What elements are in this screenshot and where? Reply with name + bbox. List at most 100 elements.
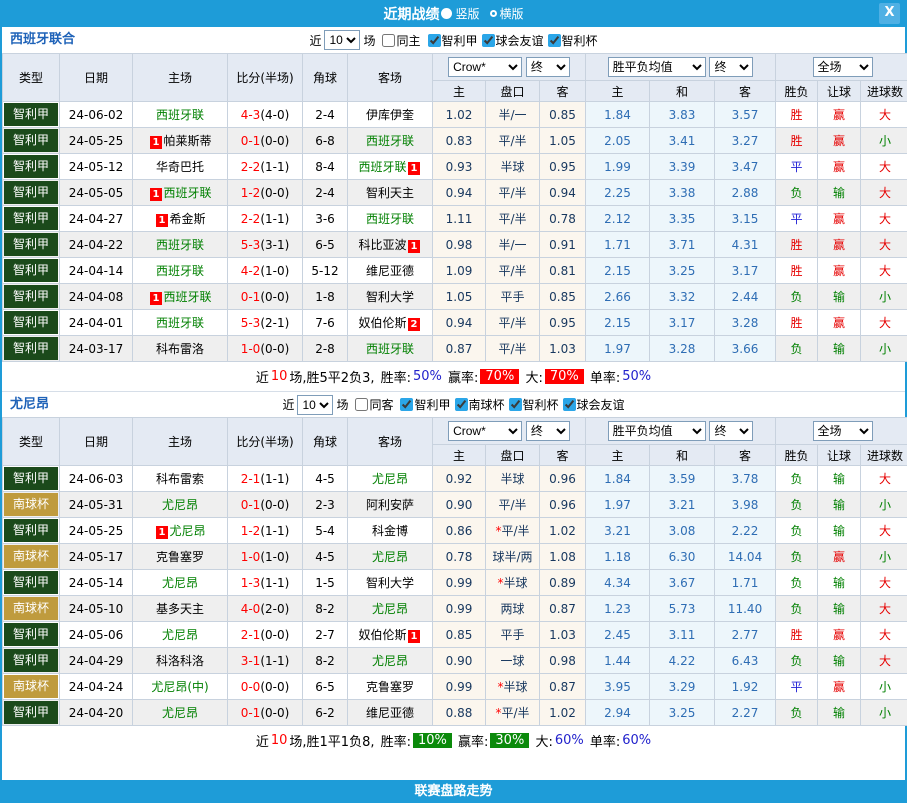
avg-home-odds: 4.34 — [586, 570, 650, 596]
league-filter[interactable]: 智利杯 — [505, 396, 559, 413]
avg-home-odds: 1.71 — [586, 232, 650, 258]
home-team: 西班牙联 — [133, 232, 228, 258]
avg-type-select[interactable]: 胜平负均值 — [608, 57, 706, 77]
avg-draw-odds: 6.30 — [650, 544, 715, 570]
score: 1-2(1-1) — [228, 518, 303, 544]
summary-count: 10 — [271, 733, 288, 748]
col-date: 日期 — [60, 54, 133, 102]
match-row: 智利甲24-05-06尤尼昂2-1(0-0)2-7奴伯伦斯10.85平手1.03… — [3, 622, 907, 648]
landscape-radio-label[interactable]: 横版 — [500, 5, 524, 22]
away-team: 克鲁塞罗 — [348, 674, 433, 700]
home-odds: 1.02 — [433, 102, 486, 128]
close-icon[interactable]: X — [879, 3, 900, 24]
home-team: 尤尼昂 — [133, 492, 228, 518]
league-type-badge: 智利甲 — [3, 622, 60, 648]
handicap-line: 一球 — [486, 648, 540, 674]
match-date: 24-05-25 — [60, 128, 133, 154]
landscape-radio-icon[interactable] — [490, 10, 497, 17]
avg-controls: 胜平负均值 终 — [586, 418, 776, 445]
away-odds: 0.85 — [540, 102, 586, 128]
away-team: 科比亚波1 — [348, 232, 433, 258]
league-filter[interactable]: 智利甲 — [424, 32, 478, 49]
league-filter[interactable]: 球会友谊 — [478, 32, 544, 49]
avg-home-odds: 2.15 — [586, 310, 650, 336]
odds-company-select[interactable]: Crow* — [448, 421, 522, 441]
red-card-badge: 1 — [150, 136, 163, 149]
away-odds: 0.87 — [540, 596, 586, 622]
result-handicap: 赢 — [818, 102, 861, 128]
away-odds: 0.87 — [540, 674, 586, 700]
match-row: 智利甲24-04-081西班牙联0-1(0-0)1-8智利大学1.05平手0.8… — [3, 284, 907, 310]
handicap-line: 平/半 — [486, 336, 540, 362]
home-odds: 0.90 — [433, 492, 486, 518]
league-checkbox[interactable] — [563, 398, 576, 411]
corner-score: 5-4 — [303, 518, 348, 544]
avg-stage-select[interactable]: 终 — [709, 57, 753, 77]
league-checkbox[interactable] — [428, 34, 441, 47]
avg-home-odds: 1.99 — [586, 154, 650, 180]
result-goals: 大 — [861, 232, 907, 258]
games-count-select[interactable]: 10 — [324, 30, 360, 50]
league-trend-link[interactable]: 联赛盘路走势 — [2, 780, 905, 803]
score: 0-1(0-0) — [228, 128, 303, 154]
away-team: 科金博 — [348, 518, 433, 544]
away-odds: 0.98 — [540, 648, 586, 674]
portrait-radio-label[interactable]: 竖版 — [455, 5, 479, 22]
away-team: 维尼亚德 — [348, 700, 433, 726]
away-team: 西班牙联 — [348, 336, 433, 362]
league-type-badge: 智利甲 — [3, 570, 60, 596]
odds-company-select[interactable]: Crow* — [448, 57, 522, 77]
avg-home-odds: 2.25 — [586, 180, 650, 206]
result-goals: 小 — [861, 544, 907, 570]
scope-select[interactable]: 全场 — [813, 421, 873, 441]
result-wdl: 平 — [776, 674, 818, 700]
avg-away-odds: 2.27 — [715, 700, 776, 726]
scope-select[interactable]: 全场 — [813, 57, 873, 77]
corner-score: 2-7 — [303, 622, 348, 648]
same-venue-label: 同客 — [369, 396, 393, 413]
avg-home-odds: 2.45 — [586, 622, 650, 648]
away-team: 尤尼昂 — [348, 544, 433, 570]
away-odds: 0.89 — [540, 570, 586, 596]
result-handicap: 输 — [818, 570, 861, 596]
summary-stat-label: 单率: — [586, 731, 621, 750]
odds-stage-select[interactable]: 终 — [526, 421, 570, 441]
same-venue-checkbox[interactable] — [355, 398, 368, 411]
away-odds: 1.05 — [540, 128, 586, 154]
avg-stage-select[interactable]: 终 — [709, 421, 753, 441]
avg-draw-odds: 3.08 — [650, 518, 715, 544]
home-team: 尤尼昂 — [133, 570, 228, 596]
league-checkbox[interactable] — [548, 34, 561, 47]
league-checkbox[interactable] — [400, 398, 413, 411]
avg-home-odds: 1.18 — [586, 544, 650, 570]
home-team: 科布雷洛 — [133, 336, 228, 362]
same-venue-checkbox[interactable] — [382, 34, 395, 47]
summary-stat-label: 赢率: — [444, 367, 479, 386]
result-goals: 大 — [861, 596, 907, 622]
league-filter[interactable]: 球会友谊 — [559, 396, 625, 413]
league-filter[interactable]: 智利杯 — [544, 32, 598, 49]
league-checkbox[interactable] — [509, 398, 522, 411]
avg-away-odds: 4.31 — [715, 232, 776, 258]
league-label: 智利甲 — [414, 396, 450, 413]
away-team: 阿利安萨 — [348, 492, 433, 518]
home-team: 西班牙联 — [133, 258, 228, 284]
scope-controls: 全场 — [776, 54, 907, 81]
summary-stat-label: 胜率: — [376, 731, 411, 750]
league-filter[interactable]: 南球杯 — [451, 396, 505, 413]
league-checkbox[interactable] — [482, 34, 495, 47]
corner-score: 3-6 — [303, 206, 348, 232]
avg-away-odds: 3.66 — [715, 336, 776, 362]
same-venue-filter[interactable]: 同客 — [351, 396, 393, 413]
games-count-select[interactable]: 10 — [297, 395, 333, 415]
league-checkbox[interactable] — [455, 398, 468, 411]
league-filter-group: 智利甲球会友谊智利杯 — [424, 32, 598, 49]
score: 2-2(1-1) — [228, 154, 303, 180]
red-card-badge: 1 — [150, 292, 163, 305]
league-filter[interactable]: 智利甲 — [396, 396, 450, 413]
portrait-radio-selected-icon[interactable] — [441, 8, 452, 19]
avg-type-select[interactable]: 胜平负均值 — [608, 421, 706, 441]
odds-stage-select[interactable]: 终 — [526, 57, 570, 77]
same-venue-filter[interactable]: 同主 — [378, 32, 420, 49]
league-type-badge: 智利甲 — [3, 180, 60, 206]
